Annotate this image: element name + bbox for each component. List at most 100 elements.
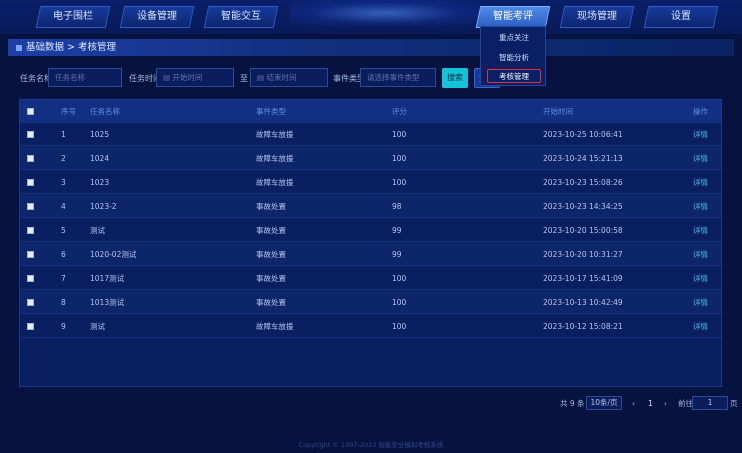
header-event-type: 事件类型: [256, 107, 286, 116]
header-no: 序号: [61, 107, 76, 116]
cell-start-time: 2023-10-20 15:00:58: [543, 226, 623, 235]
cell-task-name: 1023: [90, 178, 110, 187]
goto-label: 前往: [678, 399, 693, 408]
cell-no: 8: [61, 298, 66, 307]
detail-link[interactable]: 详情: [693, 315, 708, 338]
nav-tab-site[interactable]: 现场管理: [559, 6, 635, 28]
cell-score: 98: [392, 202, 402, 211]
top-nav-bar: 电子围栏 设备管理 智能交互 智能考评 现场管理 设置: [0, 0, 742, 34]
cell-task-name: 测试: [90, 322, 105, 331]
cell-event-type: 故障车放援: [256, 154, 294, 163]
nav-tab-fence[interactable]: 电子围栏: [35, 6, 111, 28]
header-task-name: 任务名称: [90, 107, 120, 116]
search-button[interactable]: 搜索: [442, 68, 468, 88]
cell-event-type: 故障车放援: [256, 178, 294, 187]
detail-link[interactable]: 详情: [693, 267, 708, 290]
event-type-select[interactable]: 请选择事件类型: [360, 68, 436, 87]
cell-no: 5: [61, 226, 66, 235]
evaluation-dropdown-menu: 重点关注 智能分析 考核管理: [480, 26, 546, 86]
pagination-total: 共 9 条: [560, 399, 585, 408]
row-checkbox[interactable]: [27, 299, 34, 306]
table-row[interactable]: 2 1024 故障车放援 100 2023-10-24 15:21:13 详情: [20, 147, 721, 170]
page-suffix: 页: [730, 399, 738, 408]
row-checkbox[interactable]: [27, 275, 34, 282]
menu-item-assessment[interactable]: 考核管理: [487, 69, 541, 83]
cell-score: 100: [392, 298, 407, 307]
task-name-input[interactable]: 任务名称: [48, 68, 122, 87]
cell-no: 6: [61, 250, 66, 259]
detail-link[interactable]: 详情: [693, 171, 708, 194]
cell-start-time: 2023-10-23 15:08:26: [543, 178, 623, 187]
end-time-input[interactable]: ▤ 结束时间: [250, 68, 328, 87]
menu-item-focus[interactable]: 重点关注: [487, 31, 541, 45]
cell-score: 100: [392, 154, 407, 163]
row-checkbox[interactable]: [27, 203, 34, 210]
cell-score: 100: [392, 274, 407, 283]
cell-no: 2: [61, 154, 66, 163]
cell-event-type: 事故处置: [256, 274, 286, 283]
cell-start-time: 2023-10-25 10:06:41: [543, 130, 623, 139]
next-page-button[interactable]: ›: [664, 398, 667, 410]
start-time-input[interactable]: ▤ 开始时间: [156, 68, 234, 87]
detail-link[interactable]: 详情: [693, 219, 708, 242]
row-checkbox[interactable]: [27, 323, 34, 330]
cell-no: 4: [61, 202, 66, 211]
cell-task-name: 1024: [90, 154, 110, 163]
menu-item-analysis[interactable]: 智能分析: [487, 51, 541, 65]
cell-task-name: 1025: [90, 130, 110, 139]
row-checkbox[interactable]: [27, 251, 34, 258]
select-all-checkbox[interactable]: [27, 108, 34, 115]
header-start-time: 开始时间: [543, 107, 573, 116]
detail-link[interactable]: 详情: [693, 123, 708, 146]
table-row[interactable]: 6 1020-02测试 事故处置 99 2023-10-20 10:31:27 详情: [20, 243, 721, 266]
table-header: 序号 任务名称 事件类型 评分 开始时间 操作: [20, 100, 721, 123]
detail-link[interactable]: 详情: [693, 291, 708, 314]
cell-event-type: 故障车放援: [256, 322, 294, 331]
row-checkbox[interactable]: [27, 227, 34, 234]
cell-start-time: 2023-10-13 10:42:49: [543, 298, 623, 307]
cell-score: 100: [392, 322, 407, 331]
cell-start-time: 2023-10-24 15:21:13: [543, 154, 623, 163]
table-row[interactable]: 5 测试 事故处置 99 2023-10-20 15:00:58 详情: [20, 219, 721, 242]
table-row[interactable]: 8 1013测试 事故处置 100 2023-10-13 10:42:49 详情: [20, 291, 721, 314]
current-page[interactable]: 1: [648, 398, 653, 410]
goto-page-input[interactable]: 1: [692, 396, 728, 410]
table-row[interactable]: 4 1023-2 事故处置 98 2023-10-23 14:34:25 详情: [20, 195, 721, 218]
cell-event-type: 事故处置: [256, 202, 286, 211]
cell-task-name: 1013测试: [90, 298, 125, 307]
nav-tab-interaction[interactable]: 智能交互: [203, 6, 279, 28]
row-checkbox[interactable]: [27, 155, 34, 162]
cell-event-type: 事故处置: [256, 250, 286, 259]
detail-link[interactable]: 详情: [693, 243, 708, 266]
prev-page-button[interactable]: ‹: [632, 398, 635, 410]
to-label: 至: [240, 74, 248, 83]
detail-link[interactable]: 详情: [693, 147, 708, 170]
cell-no: 1: [61, 130, 66, 139]
footer-copyright: Copyright © 1997-2023 智能安全模拟考核系统: [298, 441, 444, 449]
cell-score: 99: [392, 226, 402, 235]
breadcrumb-text: 基础数据 > 考核管理: [26, 42, 116, 53]
cell-task-name: 1020-02测试: [90, 250, 137, 259]
data-table: 序号 任务名称 事件类型 评分 开始时间 操作 1 1025 故障车放援 100 202…: [19, 99, 722, 387]
cell-task-name: 1023-2: [90, 202, 117, 211]
cell-score: 100: [392, 130, 407, 139]
cell-score: 99: [392, 250, 402, 259]
nav-tab-settings[interactable]: 设置: [643, 6, 719, 28]
nav-tab-devices[interactable]: 设备管理: [119, 6, 195, 28]
detail-link[interactable]: 详情: [693, 195, 708, 218]
table-row[interactable]: 3 1023 故障车放援 100 2023-10-23 15:08:26 详情: [20, 171, 721, 194]
cell-no: 7: [61, 274, 66, 283]
table-row[interactable]: 9 测试 故障车放援 100 2023-10-12 15:08:21 详情: [20, 315, 721, 338]
cell-event-type: 事故处置: [256, 226, 286, 235]
table-row[interactable]: 1 1025 故障车放援 100 2023-10-25 10:06:41 详情: [20, 123, 721, 146]
nav-tab-evaluation[interactable]: 智能考评: [475, 6, 551, 28]
cell-score: 100: [392, 178, 407, 187]
row-checkbox[interactable]: [27, 131, 34, 138]
top-title-glow: [290, 0, 480, 26]
row-checkbox[interactable]: [27, 179, 34, 186]
page-size-select[interactable]: 10条/页: [586, 396, 622, 410]
cell-task-name: 1017测试: [90, 274, 125, 283]
cell-no: 9: [61, 322, 66, 331]
table-row[interactable]: 7 1017测试 事故处置 100 2023-10-17 15:41:09 详情: [20, 267, 721, 290]
cell-start-time: 2023-10-17 15:41:09: [543, 274, 623, 283]
